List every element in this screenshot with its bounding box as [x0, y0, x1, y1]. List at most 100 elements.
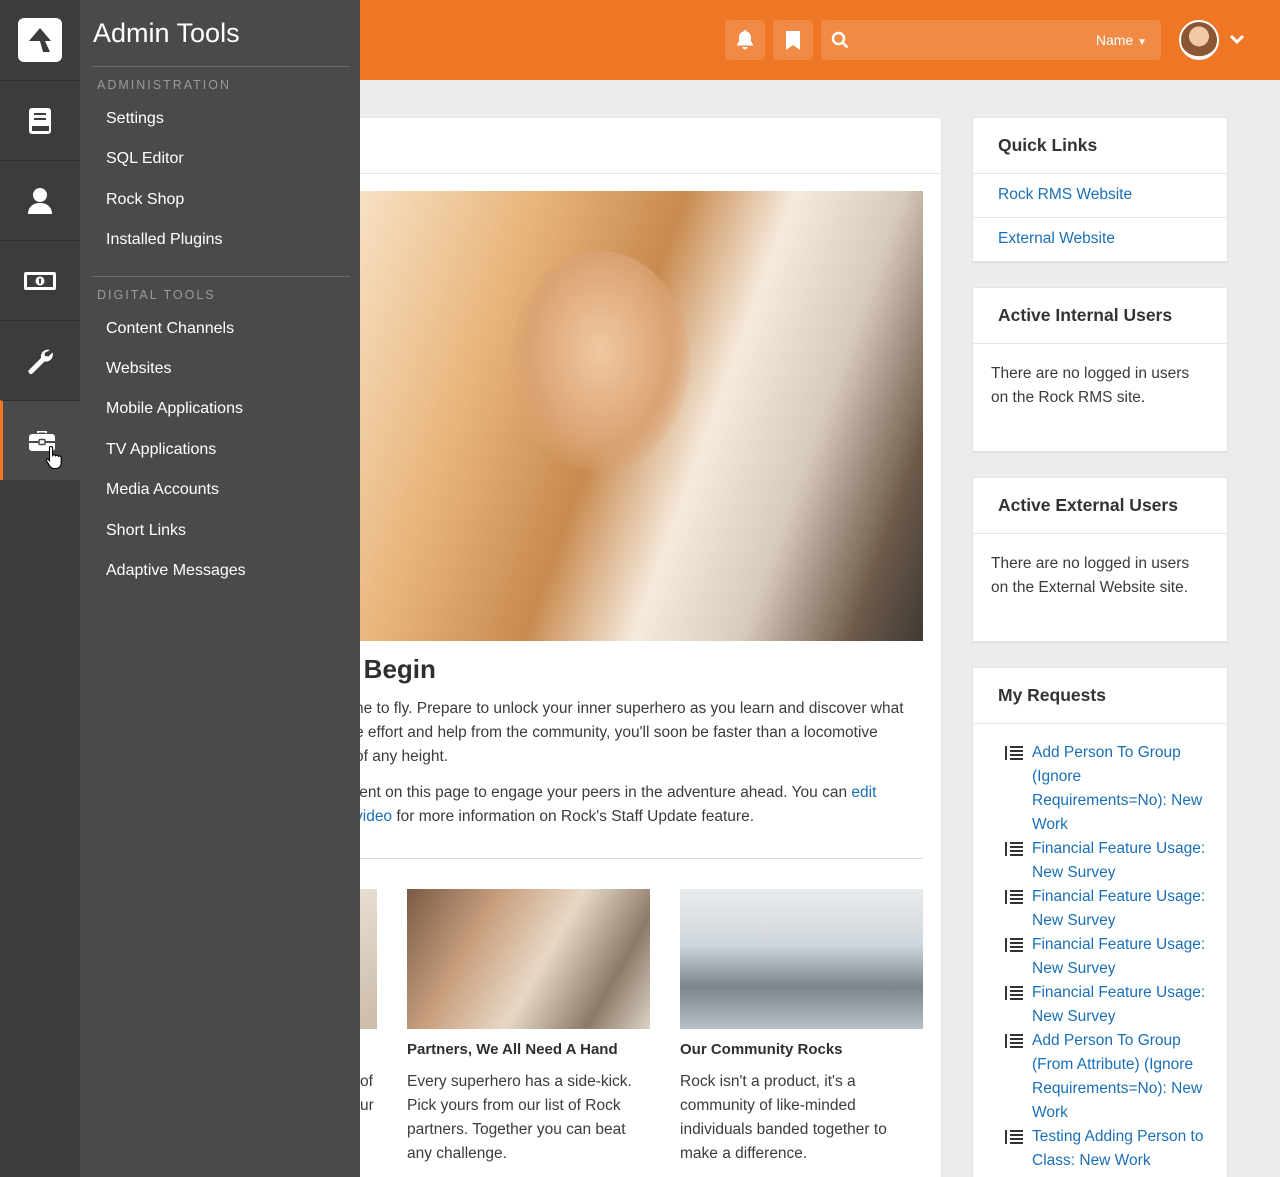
feature-1-line: of — [360, 1073, 373, 1090]
nav-finance[interactable] — [0, 240, 80, 320]
request-item-label: Financial Feature Usage: New Survey — [1032, 984, 1206, 1025]
menu-item-content-channels[interactable]: Content Channels — [106, 320, 234, 338]
caret-down-icon: ▼ — [1137, 37, 1147, 48]
menu-item-tv-applications[interactable]: TV Applications — [106, 441, 216, 459]
menu-item-installed-plugins[interactable]: Installed Plugins — [106, 231, 223, 249]
info-line-1: tent on this page to engage your peers i… — [355, 781, 876, 805]
edit-link[interactable]: edit — [851, 784, 876, 801]
list-icon — [1005, 1034, 1023, 1048]
nav-people[interactable] — [0, 160, 80, 240]
list-icon — [1005, 986, 1023, 1000]
search-input[interactable]: Name ▼ — [821, 20, 1161, 60]
request-item-label: Financial Feature Usage: New Survey — [1032, 888, 1206, 929]
flyout-divider — [92, 66, 350, 67]
menu-item-settings[interactable]: Settings — [106, 110, 164, 128]
feature-3-line: community of like-minded — [680, 1097, 856, 1114]
admin-tools-flyout: Admin Tools ADMINISTRATION Settings SQL … — [80, 0, 360, 1177]
quick-link-external[interactable]: External Website — [973, 218, 1227, 262]
nav-admin-tools[interactable] — [0, 400, 80, 480]
search-scope-dropdown[interactable]: Name ▼ — [1096, 32, 1147, 48]
intro-line-1: ne to fly. Prepare to unlock your inner … — [355, 700, 904, 717]
feature-3-text: Rock isn't a product, it's a community o… — [680, 1070, 887, 1166]
feature-image-3 — [680, 889, 923, 1029]
intro-line-3: of any height. — [355, 748, 449, 765]
intro-line-2: e effort and help from the community, yo… — [355, 724, 878, 741]
hero-image — [360, 191, 923, 641]
request-item[interactable]: Add Person To Group (Ignore Requirements… — [1005, 741, 1220, 837]
feature-2-line: Every superhero has a side-kick. — [407, 1073, 632, 1090]
menu-item-short-links[interactable]: Short Links — [106, 522, 186, 540]
book-icon — [29, 107, 51, 134]
wrench-icon — [28, 349, 53, 374]
menu-item-rock-shop[interactable]: Rock Shop — [106, 191, 184, 209]
quick-links-title: Quick Links — [973, 118, 1227, 174]
bell-icon — [737, 30, 753, 50]
feature-2-text: Every superhero has a side-kick. Pick yo… — [407, 1070, 632, 1166]
list-icon — [1005, 938, 1023, 952]
feature-3-title: Our Community Rocks — [680, 1041, 843, 1058]
info-line-1-text: tent on this page to engage your peers i… — [355, 784, 852, 801]
feature-1-text: of ur — [360, 1070, 374, 1118]
feature-1-line: ur — [360, 1097, 374, 1114]
list-icon — [1005, 842, 1023, 856]
section-administration: ADMINISTRATION — [97, 78, 232, 92]
main-card-header — [341, 118, 941, 174]
rock-logo-icon — [29, 28, 51, 52]
request-item-label: Testing Adding Person to Class: New Work — [1032, 1128, 1204, 1169]
request-item-label: Add Person To Group (From Attribute) (Ig… — [1032, 1032, 1203, 1121]
request-item[interactable]: Testing Adding Person to Class: New Work — [1005, 1125, 1220, 1173]
request-item[interactable]: Financial Feature Usage: New Survey — [1005, 885, 1220, 933]
feature-2-title: Partners, We All Need A Hand — [407, 1041, 618, 1058]
request-item-label: Financial Feature Usage: New Survey — [1032, 840, 1206, 881]
feature-2-line: any challenge. — [407, 1145, 507, 1162]
external-users-title: Active External Users — [973, 478, 1227, 534]
bookmarks-button[interactable] — [773, 20, 813, 60]
person-icon — [28, 187, 52, 214]
video-link[interactable]: video — [355, 808, 392, 825]
chevron-down-icon[interactable] — [1228, 30, 1246, 48]
list-icon — [1005, 890, 1023, 904]
quick-link-rock-rms[interactable]: Rock RMS Website — [973, 174, 1227, 218]
external-users-text: There are no logged in users on the Exte… — [991, 555, 1190, 596]
request-item-label: Financial Feature Usage: New Survey — [1032, 936, 1206, 977]
feature-3-line: individuals banded together to — [680, 1121, 887, 1138]
menu-item-mobile-applications[interactable]: Mobile Applications — [106, 400, 243, 418]
home-logo-button[interactable] — [0, 0, 80, 80]
flyout-divider — [92, 276, 350, 277]
avatar[interactable] — [1179, 20, 1219, 60]
search-scope-label: Name — [1095, 32, 1134, 48]
notifications-button[interactable] — [725, 20, 765, 60]
feature-image-2 — [407, 889, 650, 1029]
request-item[interactable]: Financial Feature Usage: New Survey — [1005, 933, 1220, 981]
feature-3-line: make a difference. — [680, 1145, 808, 1162]
menu-item-adaptive-messages[interactable]: Adaptive Messages — [106, 562, 246, 580]
nav-tools[interactable] — [0, 320, 80, 400]
section-digital-tools: DIGITAL TOOLS — [97, 288, 216, 302]
internal-users-card: Active Internal Users There are no logge… — [972, 287, 1228, 452]
flyout-title: Admin Tools — [93, 18, 240, 48]
quick-links-card: Quick Links Rock RMS Website External We… — [972, 117, 1228, 262]
request-item[interactable]: Financial Feature Usage: New Survey — [1005, 981, 1220, 1029]
search-icon — [831, 31, 849, 49]
my-requests-title: My Requests — [973, 668, 1227, 724]
menu-item-websites[interactable]: Websites — [106, 360, 172, 378]
internal-users-text: There are no logged in users on the Rock… — [991, 365, 1190, 406]
feature-2-line: Pick yours from our list of Rock — [407, 1097, 621, 1114]
request-item[interactable]: Add Person To Group (From Attribute) (Ig… — [1005, 1029, 1220, 1125]
list-icon — [1005, 746, 1023, 760]
list-icon — [1005, 1130, 1023, 1144]
request-item-label: Add Person To Group (Ignore Requirements… — [1032, 744, 1203, 833]
info-line-2-text: for more information on Rock's Staff Upd… — [392, 808, 754, 825]
menu-item-media-accounts[interactable]: Media Accounts — [106, 481, 219, 499]
bookmark-icon — [786, 30, 800, 50]
nav-people-book[interactable] — [0, 80, 80, 160]
left-nav-rail — [0, 0, 80, 1177]
external-users-card: Active External Users There are no logge… — [972, 477, 1228, 642]
menu-item-sql-editor[interactable]: SQL Editor — [106, 150, 184, 168]
money-icon — [24, 271, 56, 290]
rock-logo — [18, 18, 62, 62]
section-divider — [360, 858, 923, 859]
internal-users-title: Active Internal Users — [973, 288, 1227, 344]
request-item[interactable]: Financial Feature Usage: New Survey — [1005, 837, 1220, 885]
feature-3-line: Rock isn't a product, it's a — [680, 1073, 856, 1090]
